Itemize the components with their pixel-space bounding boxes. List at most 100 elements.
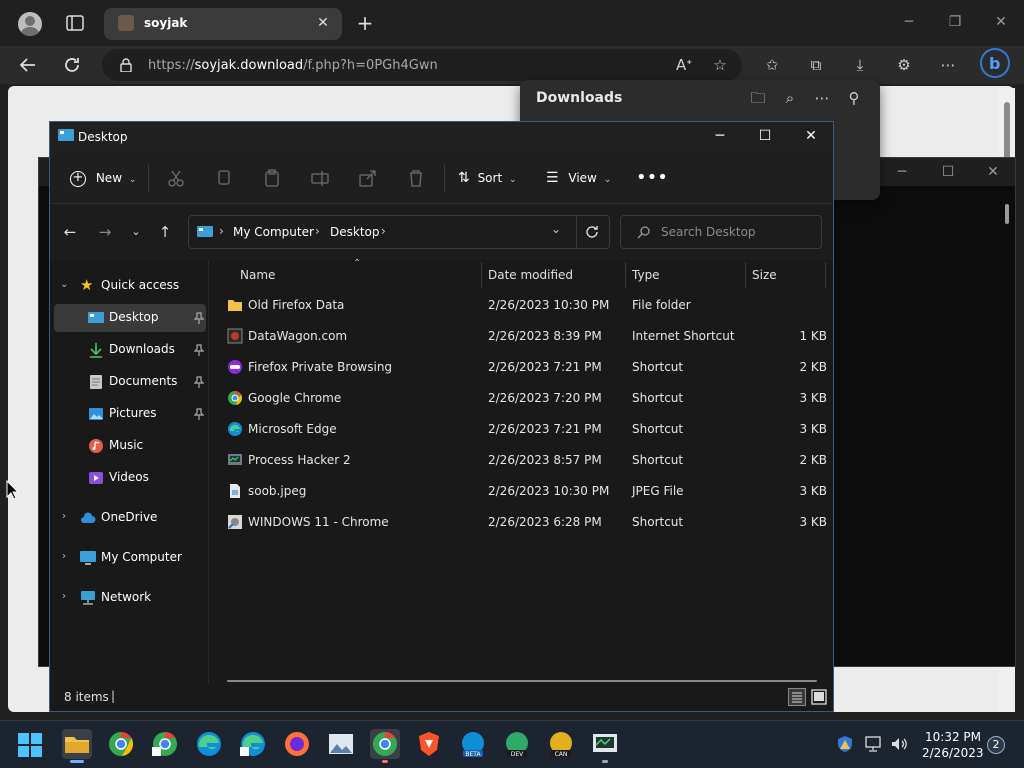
- taskbar-edge-shortcut-icon[interactable]: [238, 729, 268, 759]
- bg-minimize-button[interactable]: ─: [891, 164, 913, 180]
- taskbar-edge-icon[interactable]: [194, 729, 224, 759]
- clock-date[interactable]: 2/26/2023: [922, 746, 984, 760]
- new-tab-button[interactable]: +: [356, 13, 374, 33]
- table-row[interactable]: Microsoft Edge 2/26/2023 7:21 PM Shortcu…: [219, 414, 827, 445]
- table-row[interactable]: WINDOWS 11 - Chrome 2/26/2023 6:28 PM Sh…: [219, 507, 827, 538]
- delete-icon[interactable]: [406, 168, 426, 188]
- downloads-more-icon[interactable]: ⋯: [812, 88, 832, 108]
- taskbar-brave-icon[interactable]: [414, 729, 444, 759]
- explorer-minimize-button[interactable]: ─: [709, 128, 731, 144]
- nav-onedrive[interactable]: › OneDrive: [54, 504, 206, 532]
- sidebar-item-videos[interactable]: Videos: [54, 464, 206, 492]
- new-button[interactable]: + New ⌄: [70, 166, 136, 190]
- tab-actions-icon[interactable]: [66, 15, 84, 31]
- more-menu-icon[interactable]: ⋯: [938, 55, 958, 75]
- profile-avatar[interactable]: [18, 12, 42, 36]
- recent-locations-icon[interactable]: ⌄: [126, 222, 146, 242]
- table-row[interactable]: Firefox Private Browsing 2/26/2023 7:21 …: [219, 352, 827, 383]
- explorer-maximize-button[interactable]: ☐: [754, 128, 776, 144]
- back-arrow-icon[interactable]: [18, 55, 38, 75]
- chevron-down-icon[interactable]: ⌄: [60, 279, 68, 290]
- table-row[interactable]: Old Firefox Data 2/26/2023 10:30 PM File…: [219, 290, 827, 321]
- volume-icon[interactable]: [890, 735, 908, 753]
- column-header-date[interactable]: Date modified: [488, 268, 573, 282]
- column-header-name[interactable]: Name: [240, 268, 275, 282]
- collections-icon[interactable]: ⧉: [806, 55, 826, 75]
- browser-tab[interactable]: soyjak ✕: [104, 8, 342, 40]
- search-input[interactable]: Search Desktop: [620, 215, 822, 249]
- taskbar-chrome-active-icon[interactable]: [370, 729, 400, 763]
- table-row[interactable]: soob.jpeg 2/26/2023 10:30 PM JPEG File 3…: [219, 476, 827, 507]
- extensions-icon[interactable]: ⚙: [894, 55, 914, 75]
- up-arrow-icon[interactable]: ↑: [155, 222, 175, 242]
- cut-icon[interactable]: [166, 168, 186, 188]
- browser-close-button[interactable]: ✕: [990, 14, 1012, 30]
- lock-icon[interactable]: [120, 58, 132, 72]
- address-bar[interactable]: https://soyjak.download/f.php?h=0PGh4Gwn…: [102, 49, 742, 81]
- sidebar-item-documents[interactable]: Documents: [54, 368, 206, 396]
- clock-time[interactable]: 10:32 PM: [925, 730, 981, 744]
- bing-icon[interactable]: b: [980, 48, 1010, 78]
- url-text[interactable]: https://soyjak.download/f.php?h=0PGh4Gwn: [148, 58, 438, 73]
- bg-close-button[interactable]: ✕: [982, 164, 1004, 180]
- taskbar-firefox-icon[interactable]: [282, 729, 312, 759]
- bg-maximize-button[interactable]: ☐: [937, 164, 959, 180]
- view-button[interactable]: ☰ View ⌄: [546, 166, 611, 190]
- nav-my-computer[interactable]: › My Computer: [54, 544, 206, 572]
- sidebar-item-music[interactable]: Music: [54, 432, 206, 460]
- column-header-size[interactable]: Size: [752, 268, 777, 282]
- tiles-view-icon[interactable]: [810, 688, 828, 706]
- breadcrumb[interactable]: › My Computer › Desktop › ⌄: [188, 215, 610, 249]
- forward-arrow-icon[interactable]: →: [95, 222, 115, 242]
- share-icon[interactable]: [358, 168, 378, 188]
- refresh-icon[interactable]: [584, 224, 600, 240]
- sidebar-item-desktop[interactable]: Desktop: [54, 304, 206, 332]
- add-favorite-icon[interactable]: ☆: [710, 55, 730, 75]
- taskbar-file-explorer-icon[interactable]: [62, 729, 92, 763]
- taskbar-edge-canary-icon[interactable]: CAN: [546, 729, 576, 759]
- sidebar-item-downloads[interactable]: Downloads: [54, 336, 206, 364]
- nav-network[interactable]: › Network: [54, 584, 206, 612]
- table-row[interactable]: Process Hacker 2 2/26/2023 8:57 PM Short…: [219, 445, 827, 476]
- security-shield-icon[interactable]: [836, 735, 854, 753]
- downloads-icon[interactable]: ⤓: [850, 55, 870, 75]
- column-separator[interactable]: [825, 262, 826, 288]
- sort-button[interactable]: ⇅ Sort ⌄: [458, 166, 517, 190]
- sidebar-item-pictures[interactable]: Pictures: [54, 400, 206, 428]
- downloads-search-icon[interactable]: ⌕: [780, 88, 800, 108]
- nav-quick-access[interactable]: ⌄ ★ Quick access: [54, 272, 206, 300]
- explorer-titlebar[interactable]: Desktop ─ ☐ ✕: [50, 122, 833, 152]
- horizontal-scrollbar[interactable]: [227, 680, 817, 682]
- downloads-pin-icon[interactable]: ⚲: [844, 88, 864, 108]
- tab-close-icon[interactable]: ✕: [316, 16, 330, 30]
- bg-scroll-thumb[interactable]: [1005, 204, 1009, 224]
- column-header-type[interactable]: Type: [632, 268, 660, 282]
- chevron-right-icon[interactable]: ›: [62, 591, 66, 602]
- back-arrow-icon[interactable]: ←: [60, 222, 80, 242]
- read-aloud-icon[interactable]: Aᐩ: [674, 55, 694, 75]
- taskbar-chrome-shortcut-icon[interactable]: [150, 729, 180, 759]
- favorites-icon[interactable]: ✩: [762, 55, 782, 75]
- chevron-right-icon[interactable]: ›: [62, 551, 66, 562]
- open-downloads-folder-icon[interactable]: 🗀: [748, 88, 768, 108]
- start-icon[interactable]: [18, 733, 42, 757]
- breadcrumb-desktop[interactable]: Desktop: [330, 225, 380, 239]
- chevron-right-icon[interactable]: ›: [62, 511, 66, 522]
- table-row[interactable]: DataWagon.com 2/26/2023 8:39 PM Internet…: [219, 321, 827, 352]
- browser-restore-button[interactable]: ❐: [944, 14, 966, 30]
- details-view-icon[interactable]: [788, 688, 806, 706]
- address-history-chevron-icon[interactable]: ⌄: [551, 222, 561, 236]
- taskbar-chrome-icon[interactable]: [106, 729, 136, 759]
- browser-scroll-thumb[interactable]: [1004, 102, 1010, 162]
- taskbar-edge-dev-icon[interactable]: DEV: [502, 729, 532, 759]
- network-icon[interactable]: [864, 735, 882, 753]
- column-separator[interactable]: [481, 262, 482, 288]
- explorer-close-button[interactable]: ✕: [800, 128, 822, 144]
- taskbar-photos-icon[interactable]: [326, 729, 356, 759]
- see-more-button[interactable]: •••: [636, 166, 668, 190]
- copy-icon[interactable]: [214, 168, 234, 188]
- breadcrumb-my-computer[interactable]: My Computer: [233, 225, 314, 239]
- paste-icon[interactable]: [262, 168, 282, 188]
- taskbar-process-hacker-icon[interactable]: [590, 729, 620, 763]
- browser-minimize-button[interactable]: ─: [898, 14, 920, 30]
